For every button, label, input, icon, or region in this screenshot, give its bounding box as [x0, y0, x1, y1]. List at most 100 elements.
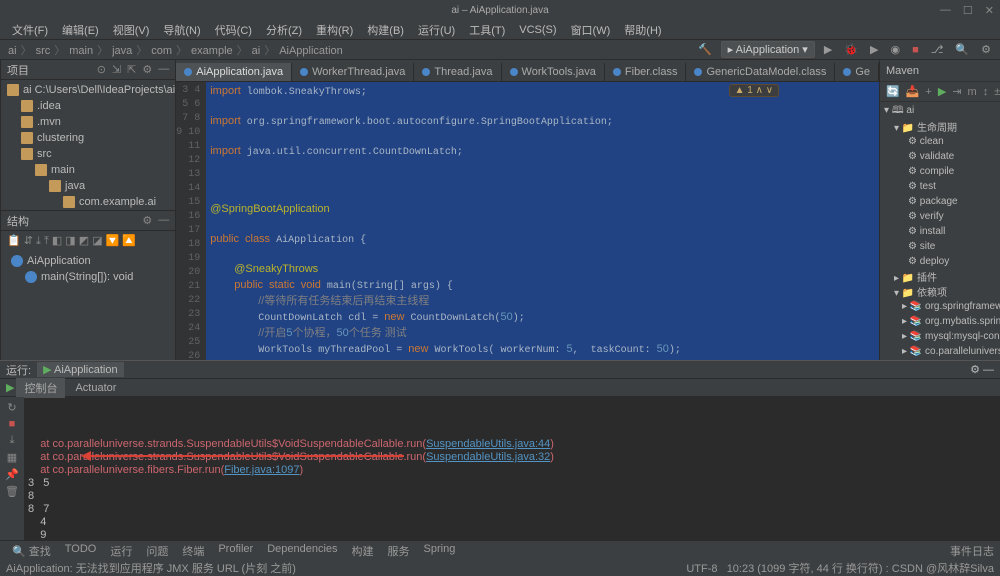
- rerun-icon[interactable]: ↻: [7, 401, 16, 414]
- console-output[interactable]: at co.paralleluniverse.strands.Suspendab…: [24, 397, 1000, 540]
- maven-item[interactable]: ▸ 📚 co.paralleluniverse:quasar-core:jdk8…: [880, 344, 1000, 359]
- hammer-icon[interactable]: 🔨: [695, 43, 715, 56]
- actuator-tab[interactable]: Actuator: [67, 380, 124, 396]
- structure-item[interactable]: main(String[]): void: [1, 269, 175, 285]
- maven-item[interactable]: ⚙ install: [880, 224, 1000, 239]
- tree-item[interactable]: clustering: [1, 130, 175, 146]
- menu-item[interactable]: 分析(Z): [260, 20, 308, 40]
- toolwindow-tab[interactable]: 运行: [104, 542, 138, 560]
- expand-icon[interactable]: ⇲: [112, 63, 121, 76]
- toolwindow-tab[interactable]: 服务: [382, 542, 416, 560]
- run-config-dropdown[interactable]: ▸ AiApplication ▾: [721, 41, 815, 58]
- toolwindow-tab[interactable]: 问题: [140, 542, 174, 560]
- breadcrumb-item[interactable]: AiApplication: [277, 45, 345, 57]
- maven-item[interactable]: ⚙ clean: [880, 134, 1000, 149]
- maven-item[interactable]: ⚙ package: [880, 194, 1000, 209]
- event-log[interactable]: 事件日志: [950, 543, 994, 559]
- execute-icon[interactable]: ⇥: [952, 85, 961, 98]
- editor-tab[interactable]: GenericDataModel.class: [686, 63, 835, 81]
- toolwindow-tab[interactable]: Dependencies: [261, 542, 343, 560]
- maven-item[interactable]: ⚙ deploy: [880, 254, 1000, 269]
- menu-item[interactable]: VCS(S): [513, 22, 562, 38]
- profile-icon[interactable]: ◉: [887, 43, 903, 56]
- debug-icon[interactable]: 🐞: [841, 43, 861, 56]
- editor-tab[interactable]: Thread.java: [414, 63, 501, 81]
- toolwindow-tab[interactable]: 🔍 查找: [6, 542, 57, 560]
- stack-link[interactable]: SuspendableUtils.java:32: [426, 451, 550, 463]
- maven-item[interactable]: ⚙ verify: [880, 209, 1000, 224]
- breadcrumb-item[interactable]: main: [67, 45, 95, 57]
- tree-item[interactable]: .idea: [1, 98, 175, 114]
- tree-item[interactable]: .mvn: [1, 114, 175, 130]
- maven-item[interactable]: ⚙ site: [880, 239, 1000, 254]
- maven-item[interactable]: ▸ 📚 org.springframework.boot:spring-boot…: [880, 299, 1000, 314]
- editor-tab[interactable]: WorkerThread.java: [292, 63, 414, 81]
- toggle-icon[interactable]: m: [968, 86, 977, 98]
- search-icon[interactable]: 🔍: [952, 43, 972, 56]
- hide-icon[interactable]: —: [158, 63, 169, 76]
- run-config-tab[interactable]: ▶ AiApplication: [37, 362, 124, 377]
- maven-item[interactable]: ▸ 📚 org.mybatis.spring.boot:mybatis-spri…: [880, 314, 1000, 329]
- project-root[interactable]: ai C:\Users\Dell\IdeaProjects\ai: [1, 82, 175, 98]
- stop-icon[interactable]: ■: [909, 44, 922, 56]
- menu-item[interactable]: 工具(T): [463, 20, 511, 40]
- collapse-icon[interactable]: ↕: [983, 86, 989, 98]
- tree-item[interactable]: src: [1, 146, 175, 162]
- hide-icon[interactable]: —: [158, 214, 169, 227]
- trash-icon[interactable]: 🗑: [5, 485, 19, 498]
- reload-icon[interactable]: 🔄: [886, 85, 900, 98]
- menu-item[interactable]: 代码(C): [209, 20, 258, 40]
- breadcrumb-item[interactable]: ai: [6, 45, 19, 57]
- stack-link[interactable]: Fiber.java:1097: [224, 464, 299, 476]
- menu-item[interactable]: 编辑(E): [56, 20, 105, 40]
- minimize-icon[interactable]: —: [940, 4, 951, 17]
- add-icon[interactable]: +: [925, 86, 931, 98]
- maven-item[interactable]: ▸ 📚 mysql:mysql-connector-java:8.0.28: [880, 329, 1000, 344]
- toolwindow-tab[interactable]: TODO: [59, 542, 103, 560]
- menu-item[interactable]: 重构(R): [310, 20, 359, 40]
- stack-link[interactable]: SuspendableUtils.java:44: [426, 438, 550, 450]
- layout-icon[interactable]: ▦: [7, 451, 17, 464]
- tree-item[interactable]: main: [1, 162, 175, 178]
- exit-icon[interactable]: ⤓: [10, 434, 15, 447]
- breadcrumb-item[interactable]: src: [34, 45, 53, 57]
- select-opened-icon[interactable]: ⊙: [97, 63, 106, 76]
- maven-item[interactable]: ▾ 🕮 ai: [880, 104, 1000, 119]
- gear-icon[interactable]: ⚙ —: [970, 363, 994, 376]
- maven-item[interactable]: ⚙ test: [880, 179, 1000, 194]
- run-maven-icon[interactable]: ▶: [938, 85, 946, 98]
- maven-item[interactable]: ▾ 📁 依赖项: [880, 284, 1000, 299]
- menu-item[interactable]: 帮助(H): [618, 20, 667, 40]
- breadcrumb-item[interactable]: com: [149, 45, 174, 57]
- menu-item[interactable]: 文件(F): [6, 20, 54, 40]
- pin-icon[interactable]: 📌: [5, 468, 19, 481]
- breadcrumb-item[interactable]: java: [110, 45, 134, 57]
- tree-item[interactable]: com.example.ai: [1, 194, 175, 210]
- console-tab[interactable]: 控制台: [16, 378, 65, 398]
- gear-icon[interactable]: ⚙: [142, 214, 152, 227]
- expand-icon[interactable]: ±: [994, 86, 1000, 98]
- collapse-icon[interactable]: ⇱: [127, 63, 136, 76]
- code-area[interactable]: import lombok.SneakyThrows; import org.s…: [206, 82, 879, 360]
- breadcrumb-item[interactable]: example: [189, 45, 235, 57]
- toolwindow-tab[interactable]: Profiler: [212, 542, 259, 560]
- menu-item[interactable]: 构建(B): [361, 20, 410, 40]
- close-icon[interactable]: ✕: [985, 4, 994, 17]
- run-icon[interactable]: ▶: [821, 43, 835, 56]
- maven-item[interactable]: ⚙ compile: [880, 164, 1000, 179]
- maven-item[interactable]: ▸ 📁 插件: [880, 269, 1000, 284]
- toolwindow-tab[interactable]: Spring: [418, 542, 462, 560]
- problems-badge[interactable]: ▲ 1 ∧ ∨: [729, 84, 779, 97]
- settings-icon[interactable]: ⚙: [978, 43, 994, 56]
- coverage-icon[interactable]: ▶: [867, 43, 881, 56]
- structure-item[interactable]: AiApplication: [1, 253, 175, 269]
- maven-item[interactable]: ▾ 📁 生命周期: [880, 119, 1000, 134]
- editor-tab[interactable]: Ge: [835, 63, 879, 81]
- toolwindow-tab[interactable]: 构建: [346, 542, 380, 560]
- menu-item[interactable]: 窗口(W): [565, 20, 617, 40]
- rerun-icon[interactable]: ▶: [6, 381, 14, 394]
- menu-item[interactable]: 导航(N): [157, 20, 206, 40]
- menu-item[interactable]: 运行(U): [412, 20, 461, 40]
- stop-icon[interactable]: ■: [9, 418, 16, 430]
- gear-icon[interactable]: ⚙: [142, 63, 152, 76]
